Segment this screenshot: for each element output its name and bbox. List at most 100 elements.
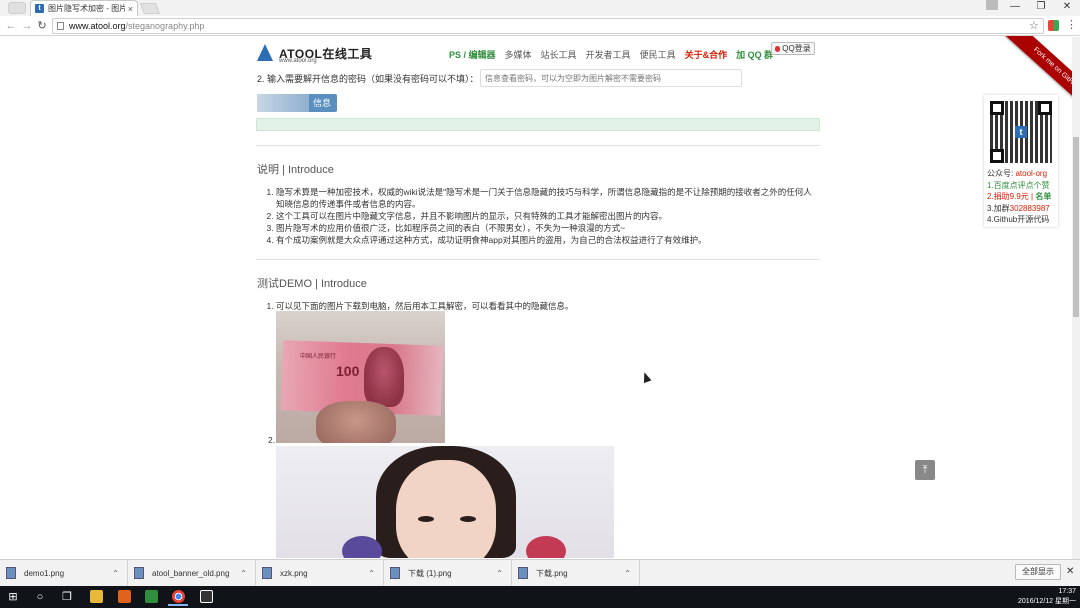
demo-title: 测试DEMO | Introduce (257, 278, 367, 290)
banknote-denomination: 100 (336, 363, 360, 379)
forward-icon[interactable]: → (20, 19, 34, 33)
download-item[interactable]: atool_banner_old.png ⌃ (128, 560, 256, 586)
hand (316, 401, 396, 443)
wechat-handle: atool-org (1015, 169, 1048, 178)
address-bar[interactable]: www.atool.org/steganography.php (52, 18, 1044, 34)
back-to-top-icon[interactable]: ⤒ (915, 460, 935, 480)
password-label: 2. 输入需要解开信息的密码（如果没有密码可以不填）： (257, 74, 479, 84)
flower-decoration (342, 536, 382, 558)
browser-toolbar: ← → ↻ www.atool.org/steganography.php ☆ … (0, 16, 1080, 36)
tab-title: 图片隐写术加密 - 图片隐 (48, 4, 125, 13)
decode-button-blur (257, 94, 309, 112)
taskbar: ⊞ ○ ❐ 17:37 2016/12/12 星期一 (0, 586, 1080, 608)
divider (256, 145, 820, 146)
list-item: 隐写术算是一种加密技术，权威的wiki说法是"隐写术是一门关于信息隐藏的技巧与科… (276, 186, 820, 210)
download-menu-caret-icon[interactable]: ⌃ (496, 569, 503, 578)
banknote-demo-image[interactable]: 中国人民银行 100 (276, 311, 445, 443)
divider (256, 259, 820, 260)
download-menu-caret-icon[interactable]: ⌃ (368, 569, 375, 578)
list-item: 这个工具可以在图片中隐藏文字信息，并且不影响图片的显示，只有特殊的工具才能解密出… (276, 210, 820, 222)
nav-utility-tools[interactable]: 便民工具 (640, 48, 676, 61)
decode-button-label: 信息 (312, 98, 331, 108)
face (396, 460, 496, 558)
app-icon[interactable] (196, 588, 216, 606)
side-link-donor-list[interactable]: 名单 (1035, 192, 1051, 201)
download-item[interactable]: 下载 (1).png ⌃ (384, 560, 512, 586)
app-icon[interactable] (141, 588, 161, 606)
qr-finder (990, 101, 1004, 115)
downloads-bar: demo1.png ⌃ atool_banner_old.png ⌃ xzk.p… (0, 559, 1080, 586)
qr-finder (1038, 101, 1052, 115)
clock[interactable]: 17:37 2016/12/12 星期一 (1010, 587, 1080, 607)
browser-tab[interactable]: t 图片隐写术加密 - 图片隐 × (30, 0, 138, 16)
file-icon (262, 567, 272, 579)
window-close-button[interactable]: ✕ (1054, 0, 1080, 14)
nav-about[interactable]: 关于&合作 (685, 48, 728, 61)
download-item[interactable]: xzk.png ⌃ (256, 560, 384, 586)
extension-icon[interactable] (1048, 20, 1059, 31)
side-link-donate[interactable]: 2.捐助9.9元 | (987, 192, 1035, 201)
file-icon (134, 567, 144, 579)
profile-icon[interactable] (986, 0, 998, 10)
window-minimize-button[interactable]: — (1002, 0, 1028, 14)
banknote-bank-name: 中国人民银行 (300, 354, 337, 360)
download-item[interactable]: demo1.png ⌃ (0, 560, 128, 586)
file-icon (518, 567, 528, 579)
list-item: 有个成功案例就是大众点评通过这种方式，成功证明食神app对其图片的盗用，为自己的… (276, 234, 820, 246)
wechat-label: 公众号: (987, 169, 1016, 178)
scrollbar-thumb[interactable] (1073, 137, 1079, 317)
site-logo[interactable]: ATOOL在线工具 www.atool.org (257, 42, 372, 64)
list-item: 图片隐写术的应用价值很广泛，比如程序员之间的表白（不限男女），不失为一种浪漫的方… (276, 222, 820, 234)
file-explorer-icon[interactable] (86, 588, 106, 606)
download-menu-caret-icon[interactable]: ⌃ (240, 569, 247, 578)
back-icon[interactable]: ← (4, 19, 18, 33)
show-all-downloads-button[interactable]: 全部显示 (1015, 564, 1061, 580)
window-restore-button[interactable]: ❐ (1028, 0, 1054, 14)
side-link-review[interactable]: 1.百度点评点个赞 (987, 180, 1051, 192)
download-filename: 下载.png (536, 568, 568, 578)
close-downloads-icon[interactable]: ✕ (1066, 566, 1074, 577)
nav-multimedia[interactable]: 多媒体 (505, 48, 532, 61)
download-menu-caret-icon[interactable]: ⌃ (624, 569, 631, 578)
tab-close-icon[interactable]: × (128, 4, 133, 14)
side-widget: t 公众号: atool-org 1.百度点评点个赞 2.捐助9.9元 | 名单… (984, 95, 1058, 227)
url-host: www.atool.org (69, 21, 126, 31)
password-input[interactable] (480, 69, 742, 87)
flower-decoration (526, 536, 566, 558)
side-link-github[interactable]: 4.Github开源代码 (987, 214, 1051, 226)
mouse-cursor-icon (640, 370, 652, 384)
side-info: 公众号: atool-org 1.百度点评点个赞 2.捐助9.9元 | 名单 3… (987, 168, 1051, 226)
clock-time: 17:37 (1058, 588, 1076, 595)
page-scrollbar[interactable] (1072, 37, 1080, 559)
search-icon[interactable]: ○ (32, 589, 48, 605)
site-favicon-icon: t (35, 4, 44, 13)
download-menu-caret-icon[interactable]: ⌃ (112, 569, 119, 578)
qq-login-button[interactable]: QQ登录 (771, 42, 815, 55)
logo-url: www.atool.org (279, 58, 317, 64)
download-item[interactable]: 下载.png ⌃ (512, 560, 640, 586)
nav-developer-tools[interactable]: 开发者工具 (586, 48, 631, 61)
bookmark-star-icon[interactable]: ☆ (1029, 19, 1039, 32)
clock-date: 2016/12/12 星期一 (1018, 598, 1076, 605)
nav-join-qq-group[interactable]: 加 QQ 群 (736, 48, 773, 61)
intro-list: 隐写术算是一种加密技术，权威的wiki说法是"隐写术是一门关于信息隐藏的技巧与科… (276, 186, 820, 246)
nav-webmaster-tools[interactable]: 站长工具 (541, 48, 577, 61)
decode-button[interactable]: 信息 (257, 94, 337, 112)
reload-icon[interactable]: ↻ (35, 19, 49, 33)
browser-titlebar: t 图片隐写术加密 - 图片隐 × — ❐ ✕ (0, 0, 1080, 16)
new-tab-button[interactable] (139, 3, 161, 14)
start-icon[interactable]: ⊞ (5, 589, 21, 605)
side-link-group[interactable]: 302883987 (1010, 204, 1050, 213)
eye (418, 516, 434, 522)
app-icon[interactable] (114, 588, 134, 606)
task-view-icon[interactable]: ❐ (59, 589, 75, 605)
chrome-icon[interactable] (168, 588, 188, 606)
previous-tab[interactable] (8, 2, 26, 14)
page-icon (57, 22, 64, 30)
eye (460, 516, 476, 522)
browser-menu-icon[interactable]: ⋮ (1066, 18, 1077, 31)
list-item-number: 2. (268, 435, 276, 445)
portrait-demo-image[interactable] (276, 446, 614, 558)
nav-ps-editor[interactable]: PS / 编辑器 (449, 48, 496, 61)
url-path: /steganography.php (125, 21, 205, 31)
